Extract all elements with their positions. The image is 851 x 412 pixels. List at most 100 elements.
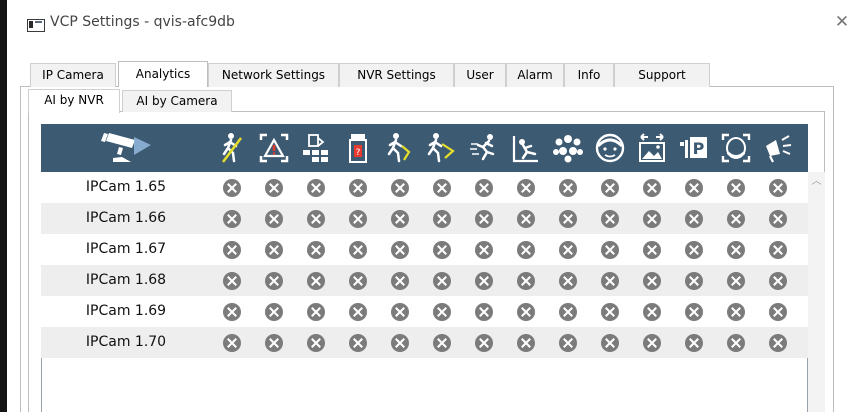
disabled-x-icon[interactable]: [307, 303, 325, 321]
tab-ai-by-nvr[interactable]: AI by NVR: [28, 89, 120, 113]
disabled-x-icon[interactable]: [223, 272, 241, 290]
scroll-up-arrow-icon[interactable]: ︿: [808, 176, 825, 188]
disabled-x-icon[interactable]: [559, 272, 577, 290]
tab-ip-camera[interactable]: IP Camera: [30, 63, 116, 87]
disabled-x-icon[interactable]: [265, 241, 283, 259]
disabled-x-icon[interactable]: [307, 179, 325, 197]
running-icon: [463, 124, 505, 172]
disabled-x-icon[interactable]: [433, 179, 451, 197]
disabled-x-icon[interactable]: [685, 334, 703, 352]
disabled-x-icon[interactable]: [391, 210, 409, 228]
disabled-x-icon[interactable]: [349, 303, 367, 321]
disabled-x-icon[interactable]: [223, 210, 241, 228]
disabled-x-icon[interactable]: [769, 334, 787, 352]
tab-user[interactable]: User: [454, 63, 506, 87]
tab-support[interactable]: Support: [614, 63, 710, 87]
disabled-x-icon[interactable]: [559, 303, 577, 321]
disabled-x-icon[interactable]: [517, 334, 535, 352]
disabled-x-icon[interactable]: [601, 179, 619, 197]
disabled-x-icon[interactable]: [475, 179, 493, 197]
disabled-x-icon[interactable]: [433, 334, 451, 352]
disabled-x-icon[interactable]: [517, 241, 535, 259]
disabled-x-icon[interactable]: [391, 334, 409, 352]
disabled-x-icon[interactable]: [643, 210, 661, 228]
disabled-x-icon[interactable]: [307, 241, 325, 259]
tab-analytics[interactable]: Analytics: [118, 61, 208, 87]
disabled-x-icon[interactable]: [391, 179, 409, 197]
disabled-x-icon[interactable]: [517, 303, 535, 321]
disabled-x-icon[interactable]: [643, 303, 661, 321]
disabled-x-icon[interactable]: [769, 303, 787, 321]
disabled-x-icon[interactable]: [559, 334, 577, 352]
vertical-scrollbar[interactable]: ︿: [808, 172, 825, 412]
disabled-x-icon[interactable]: [685, 179, 703, 197]
disabled-x-icon[interactable]: [391, 272, 409, 290]
disabled-x-icon[interactable]: [223, 334, 241, 352]
disabled-x-icon[interactable]: [265, 303, 283, 321]
disabled-x-icon[interactable]: [475, 272, 493, 290]
disabled-x-icon[interactable]: [685, 210, 703, 228]
disabled-x-icon[interactable]: [601, 334, 619, 352]
disabled-x-icon[interactable]: [433, 303, 451, 321]
disabled-x-icon[interactable]: [517, 179, 535, 197]
disabled-x-icon[interactable]: [391, 241, 409, 259]
disabled-x-icon[interactable]: [349, 210, 367, 228]
disabled-x-icon[interactable]: [643, 334, 661, 352]
disabled-x-icon[interactable]: [223, 179, 241, 197]
disabled-x-icon[interactable]: [559, 210, 577, 228]
disabled-x-icon[interactable]: [475, 241, 493, 259]
disabled-x-icon[interactable]: [349, 179, 367, 197]
disabled-x-icon[interactable]: [769, 210, 787, 228]
disabled-x-icon[interactable]: [643, 179, 661, 197]
disabled-x-icon[interactable]: [517, 272, 535, 290]
disabled-x-icon[interactable]: [601, 210, 619, 228]
disabled-x-icon[interactable]: [685, 303, 703, 321]
disabled-x-icon[interactable]: [307, 334, 325, 352]
tab-alarm[interactable]: Alarm: [506, 63, 564, 87]
disabled-x-icon[interactable]: [391, 303, 409, 321]
tab-ai-by-camera[interactable]: AI by Camera: [122, 90, 232, 112]
tab-nvr-settings[interactable]: NVR Settings: [339, 63, 454, 87]
app-icon: [27, 19, 45, 32]
tab-network-settings[interactable]: Network Settings: [208, 63, 339, 87]
disabled-x-icon[interactable]: [727, 210, 745, 228]
disabled-x-icon[interactable]: [601, 241, 619, 259]
disabled-x-icon[interactable]: [769, 179, 787, 197]
close-button[interactable]: ✕: [830, 10, 851, 34]
tab-info[interactable]: Info: [564, 63, 614, 87]
disabled-x-icon[interactable]: [475, 303, 493, 321]
disabled-x-icon[interactable]: [685, 241, 703, 259]
disabled-x-icon[interactable]: [559, 241, 577, 259]
disabled-x-icon[interactable]: [307, 272, 325, 290]
disabled-x-icon[interactable]: [517, 210, 535, 228]
disabled-x-icon[interactable]: [223, 241, 241, 259]
disabled-x-icon[interactable]: [727, 179, 745, 197]
disabled-x-icon[interactable]: [433, 210, 451, 228]
disabled-x-icon[interactable]: [433, 272, 451, 290]
camera-name: IPCam 1.69: [85, 303, 167, 319]
disabled-x-icon[interactable]: [475, 334, 493, 352]
disabled-x-icon[interactable]: [349, 241, 367, 259]
disabled-x-icon[interactable]: [223, 303, 241, 321]
disabled-x-icon[interactable]: [433, 241, 451, 259]
disabled-x-icon[interactable]: [265, 210, 283, 228]
disabled-x-icon[interactable]: [307, 210, 325, 228]
disabled-x-icon[interactable]: [727, 241, 745, 259]
disabled-x-icon[interactable]: [601, 272, 619, 290]
disabled-x-icon[interactable]: [265, 334, 283, 352]
disabled-x-icon[interactable]: [643, 241, 661, 259]
disabled-x-icon[interactable]: [349, 334, 367, 352]
disabled-x-icon[interactable]: [685, 272, 703, 290]
disabled-x-icon[interactable]: [727, 303, 745, 321]
disabled-x-icon[interactable]: [559, 179, 577, 197]
disabled-x-icon[interactable]: [265, 179, 283, 197]
disabled-x-icon[interactable]: [643, 272, 661, 290]
disabled-x-icon[interactable]: [769, 272, 787, 290]
disabled-x-icon[interactable]: [475, 210, 493, 228]
disabled-x-icon[interactable]: [601, 303, 619, 321]
disabled-x-icon[interactable]: [769, 241, 787, 259]
disabled-x-icon[interactable]: [727, 272, 745, 290]
disabled-x-icon[interactable]: [349, 272, 367, 290]
disabled-x-icon[interactable]: [265, 272, 283, 290]
disabled-x-icon[interactable]: [727, 334, 745, 352]
